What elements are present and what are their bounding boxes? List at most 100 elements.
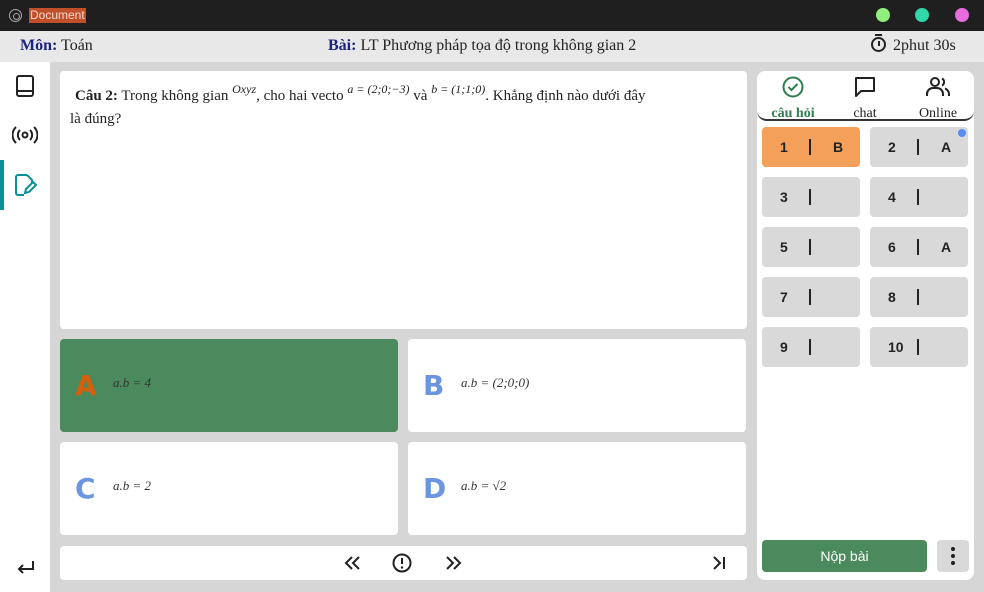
chat-icon (855, 77, 875, 97)
answer-b[interactable]: B a.b = (2;0;0) (408, 339, 746, 432)
question-number: 6 (888, 239, 896, 255)
question-item-1[interactable]: 1 B (762, 127, 860, 167)
sidebar-item-broadcast[interactable] (0, 111, 50, 159)
question-number: 4 (888, 189, 896, 205)
space-name: Oxyz (232, 82, 257, 96)
close-button[interactable] (955, 8, 969, 22)
question-item-7[interactable]: 7 (762, 277, 860, 317)
question-text: Câu 2: Trong không gian Oxyz, cho hai ve… (75, 82, 646, 105)
vector-a: a = (2;0;−3) (347, 82, 410, 96)
window-title: Document (29, 8, 86, 23)
question-item-2[interactable]: 2 A (870, 127, 968, 167)
answer-text: a.b = 2 (113, 478, 152, 493)
skip-to-end-icon (713, 556, 725, 570)
question-number: 9 (780, 339, 788, 355)
divider (809, 289, 811, 305)
question-item-5[interactable]: 5 (762, 227, 860, 267)
divider (917, 239, 919, 255)
answer-letter: C (75, 472, 96, 505)
sidebar-item-exam[interactable] (0, 161, 50, 209)
more-vertical-icon (951, 547, 955, 565)
lesson: Bài: LT Phương pháp tọa độ trong không g… (328, 37, 636, 55)
chevrons-right-icon (446, 556, 462, 570)
sidebar-item-book[interactable] (0, 62, 50, 110)
divider (809, 139, 811, 155)
question-number: 5 (780, 239, 788, 255)
question-text-part: Trong không gian (121, 88, 229, 104)
submit-button[interactable]: Nộp bài (762, 540, 927, 572)
title-bar: Document (0, 0, 984, 31)
tab-label: chat (853, 106, 877, 121)
more-options-button[interactable] (937, 540, 969, 572)
divider (917, 289, 919, 305)
answer-letter: A (75, 369, 97, 402)
last-question-button[interactable] (708, 552, 730, 574)
divider (917, 139, 919, 155)
question-item-4[interactable]: 4 (870, 177, 968, 217)
app-icon (9, 9, 22, 22)
answer-text: a.b = (2;0;0) (461, 375, 530, 390)
answer-d[interactable]: D a.b = √2 (408, 442, 746, 535)
subject: Môn: Toán (20, 37, 93, 55)
question-item-10[interactable]: 10 (870, 327, 968, 367)
divider (917, 189, 919, 205)
question-item-3[interactable]: 3 (762, 177, 860, 217)
question-label: Câu 2: (75, 88, 118, 104)
question-item-9[interactable]: 9 (762, 327, 860, 367)
question-text-part: . Khẳng định nào dưới đây (485, 88, 646, 104)
book-icon (16, 75, 34, 97)
divider (809, 239, 811, 255)
sidebar-item-return[interactable] (0, 544, 50, 592)
check-circle-icon (782, 76, 804, 98)
lesson-value: LT Phương pháp tọa độ trong không gian 2 (360, 37, 637, 54)
question-text-part: và (413, 88, 428, 104)
question-number: 10 (888, 339, 904, 355)
panel-tabs: câu hỏi chat Online (757, 71, 974, 121)
timer: 2phut 30s (871, 34, 956, 55)
stopwatch-icon (871, 34, 886, 52)
tab-chat[interactable]: chat (829, 76, 901, 122)
edit-document-icon (15, 174, 37, 196)
question-item-6[interactable]: 6 A (870, 227, 968, 267)
answer-c[interactable]: C a.b = 2 (60, 442, 398, 535)
question-panel: Câu 2: Trong không gian Oxyz, cho hai ve… (60, 71, 747, 329)
question-answer: A (941, 239, 952, 255)
question-item-8[interactable]: 8 (870, 277, 968, 317)
tab-label: câu hỏi (771, 106, 815, 121)
return-icon (17, 561, 34, 574)
minimize-button[interactable] (876, 8, 890, 22)
question-number: 1 (780, 139, 788, 155)
tab-questions[interactable]: câu hỏi (757, 76, 829, 122)
answer-letter: B (423, 369, 445, 402)
lesson-label: Bài: (328, 37, 357, 54)
submit-label: Nộp bài (820, 548, 869, 564)
prev-question-button[interactable] (340, 552, 366, 574)
question-text-part: , cho hai vecto (256, 88, 344, 104)
answer-letter: D (423, 472, 447, 505)
tab-online[interactable]: Online (902, 76, 974, 122)
timer-value: 2phut 30s (893, 37, 956, 54)
notification-dot (958, 129, 966, 137)
exam-header: Môn: Toán Bài: LT Phương pháp tọa độ tro… (0, 31, 984, 62)
question-navbar (60, 546, 747, 580)
question-answer: A (941, 139, 952, 155)
question-number: 2 (888, 139, 896, 155)
subject-value: Toán (61, 37, 93, 54)
divider (917, 339, 919, 355)
users-icon (926, 77, 950, 96)
divider (809, 189, 811, 205)
question-number: 8 (888, 289, 896, 305)
info-button[interactable] (391, 552, 413, 574)
answer-text: a.b = 4 (113, 375, 152, 390)
subject-label: Môn: (20, 37, 58, 54)
info-icon (392, 553, 412, 573)
answer-text: a.b = √2 (461, 478, 507, 493)
tab-label: Online (918, 106, 958, 121)
vector-b: b = (1;1;0) (431, 82, 486, 96)
next-question-button[interactable] (440, 552, 466, 574)
divider (809, 339, 811, 355)
maximize-button[interactable] (915, 8, 929, 22)
left-sidebar (0, 62, 50, 592)
answer-a[interactable]: A a.b = 4 (60, 339, 398, 432)
question-answer: B (833, 139, 844, 155)
